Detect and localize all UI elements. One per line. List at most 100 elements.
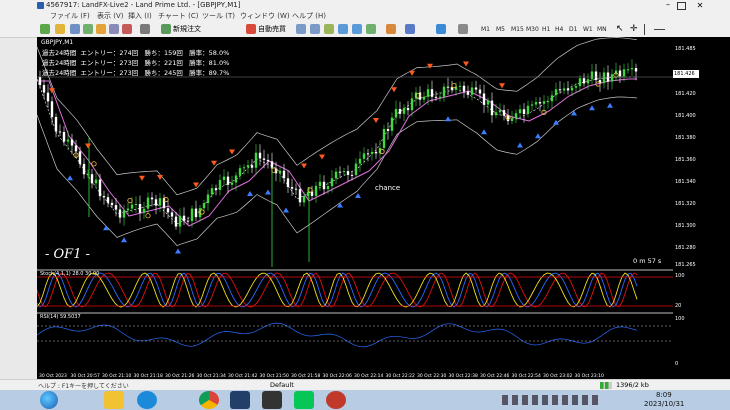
buy-arrow-icon [535, 133, 541, 139]
toolbar: 新規注文 自動売買 M1 M5 M15 M30 H1 H4 D1 W1 MN ↖… [0, 22, 730, 38]
candle-body [190, 208, 194, 222]
candle-body [350, 174, 354, 176]
menu-view[interactable]: 表示 (V) [97, 11, 123, 22]
candle-body [326, 186, 330, 190]
candle-body [206, 194, 210, 204]
candle-body [102, 196, 106, 198]
time-axis: 30 Oct 2023 30 Oct 20:57 30 Oct 21:10 30 Oc… [37, 370, 730, 379]
candle-body [318, 181, 322, 186]
autoscroll-icon[interactable] [352, 24, 362, 34]
candle-body [386, 129, 390, 131]
price-tick: 181.380 [675, 135, 696, 141]
explorer-icon[interactable] [104, 391, 124, 409]
terminal-icon[interactable] [109, 24, 119, 34]
cursor-icon[interactable]: ↖ [616, 24, 624, 35]
candle-body [426, 89, 430, 97]
tf-d1[interactable]: D1 [567, 24, 579, 35]
grid-icon[interactable] [366, 24, 376, 34]
candle-body [494, 112, 498, 116]
crosshair-icon[interactable]: ✛ [630, 24, 638, 35]
candle-body [398, 109, 402, 114]
candle-body [486, 100, 490, 105]
lower-band-line [37, 96, 638, 247]
chrome-icon[interactable] [199, 391, 219, 409]
tester-icon[interactable] [122, 24, 132, 34]
candle-body [142, 208, 146, 213]
candle-body [322, 181, 326, 190]
buy-arrow-icon [481, 129, 487, 135]
menu-tools[interactable]: ツール (T) [202, 11, 235, 22]
candle-body [534, 102, 538, 105]
candle-body [626, 69, 630, 71]
tf-h4[interactable]: H4 [553, 24, 565, 35]
candle-body [106, 197, 110, 203]
navigator-icon[interactable] [96, 24, 106, 34]
candle-body [410, 98, 414, 111]
zoom-in-icon[interactable] [296, 24, 306, 34]
candle-body [50, 101, 54, 117]
history-icon[interactable] [140, 24, 150, 34]
candle-body [174, 216, 178, 227]
tf-m1[interactable]: M1 [479, 24, 492, 35]
candle-body [262, 158, 266, 160]
taskbar-app-icon[interactable] [326, 391, 346, 409]
new-order-icon[interactable] [161, 24, 171, 34]
chart-shift-icon[interactable] [338, 24, 348, 34]
clock-date[interactable]: 2023/10/31 [644, 400, 684, 408]
menu-insert[interactable]: 挿入 (I) [128, 11, 152, 22]
candle-body [134, 204, 138, 205]
auto-trade-icon[interactable] [246, 24, 256, 34]
periods-icon[interactable] [405, 24, 415, 34]
candle-body [234, 175, 238, 183]
tile-icon[interactable] [324, 24, 334, 34]
watermark: - OF1 - [45, 247, 90, 262]
zoom-out-icon[interactable] [310, 24, 320, 34]
candle-body [462, 85, 466, 92]
chart-window[interactable]: GBPJPY,M1 過去24時間 エントリー：274回 勝ち：159回 勝率：5… [37, 37, 673, 370]
tf-m30[interactable]: M30 [524, 24, 541, 35]
tf-mn[interactable]: MN [595, 24, 609, 35]
menu-file[interactable]: ファイル (F) [50, 11, 90, 22]
minimize-button[interactable]: – [661, 0, 675, 11]
candle-body [510, 118, 514, 121]
edge-icon[interactable] [137, 391, 157, 409]
candle-body [406, 107, 410, 111]
clock-time[interactable]: 8:09 [656, 391, 672, 399]
terminal-app-icon[interactable] [262, 391, 282, 409]
new-chart-icon[interactable] [40, 24, 50, 34]
chart-canvas[interactable] [37, 37, 673, 370]
profiles-icon[interactable] [55, 24, 65, 34]
tf-w1[interactable]: W1 [581, 24, 595, 35]
candle-body [438, 96, 442, 98]
auto-trade-button[interactable]: 自動売買 [258, 23, 286, 36]
connection-icon [600, 382, 612, 389]
candle-body [470, 87, 474, 95]
menu-window[interactable]: ウィンドウ (W) [240, 11, 290, 22]
signal-circle [127, 198, 133, 204]
menu-chart[interactable]: チャート (C) [158, 11, 199, 22]
close-button[interactable]: ✕ [693, 0, 707, 11]
tf-h1[interactable]: H1 [540, 24, 552, 35]
candle-body [118, 209, 122, 218]
vertical-line-icon[interactable] [644, 24, 645, 35]
line-icon[interactable] [294, 391, 314, 409]
menu-help[interactable]: ヘルプ (H) [292, 11, 326, 22]
candle-body [614, 70, 618, 75]
horizontal-line-icon[interactable] [654, 29, 665, 30]
tf-m5[interactable]: M5 [494, 24, 507, 35]
data-window-icon[interactable] [83, 24, 93, 34]
market-watch-icon[interactable] [70, 24, 80, 34]
windows-start-icon[interactable] [40, 391, 58, 409]
maximize-button[interactable] [677, 2, 686, 10]
price-scale[interactable]: 181.485 181.426 181.420 181.400 181.380 … [673, 37, 730, 370]
metatrader-icon[interactable] [230, 391, 250, 409]
line-studies-icon[interactable] [458, 24, 468, 34]
indicators-icon[interactable] [386, 24, 396, 34]
candle-body [290, 187, 294, 189]
templates-icon[interactable] [436, 24, 446, 34]
candle-body [146, 197, 150, 209]
tray-icons[interactable] [502, 395, 602, 405]
candle-body [546, 101, 550, 103]
candle-body [422, 96, 426, 100]
new-order-button[interactable]: 新規注文 [173, 23, 201, 36]
